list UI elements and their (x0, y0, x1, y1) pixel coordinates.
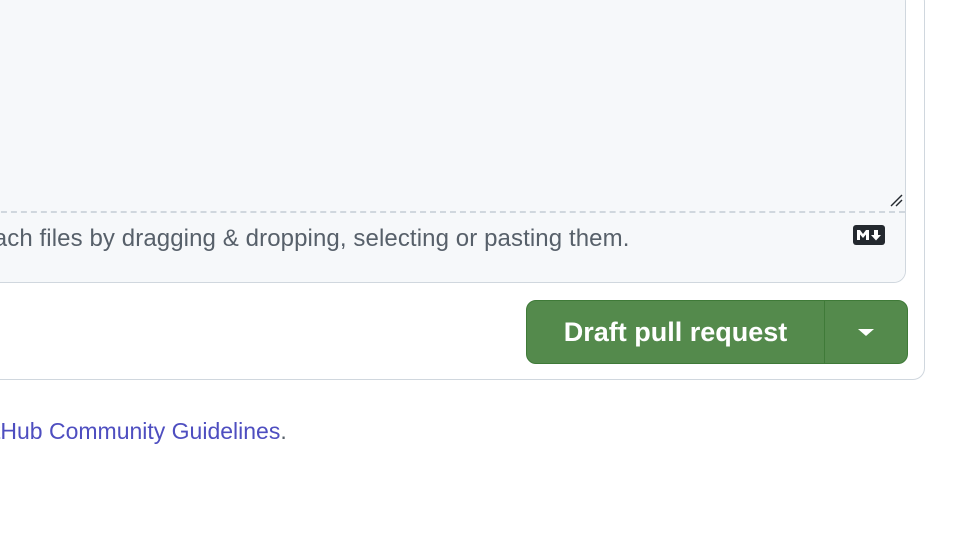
draft-pull-request-button[interactable]: Draft pull request (527, 301, 825, 363)
page: tach files by dragging & dropping, selec… (0, 0, 956, 544)
comment-textarea[interactable] (0, 0, 905, 213)
file-attachment-bar[interactable]: tach files by dragging & dropping, selec… (0, 213, 905, 282)
resize-handle-icon[interactable] (889, 193, 903, 207)
community-guidelines-note: tHub Community Guidelines. (0, 418, 287, 445)
guidelines-suffix: . (280, 418, 287, 444)
attach-hint-text: tach files by dragging & dropping, selec… (0, 225, 630, 252)
community-guidelines-link[interactable]: tHub Community Guidelines (0, 418, 280, 444)
markdown-icon[interactable] (853, 225, 885, 245)
chevron-down-icon (858, 328, 874, 336)
pr-type-dropdown-button[interactable] (825, 301, 907, 363)
comment-editor: tach files by dragging & dropping, selec… (0, 0, 906, 283)
draft-pull-request-split-button: Draft pull request (526, 300, 908, 364)
